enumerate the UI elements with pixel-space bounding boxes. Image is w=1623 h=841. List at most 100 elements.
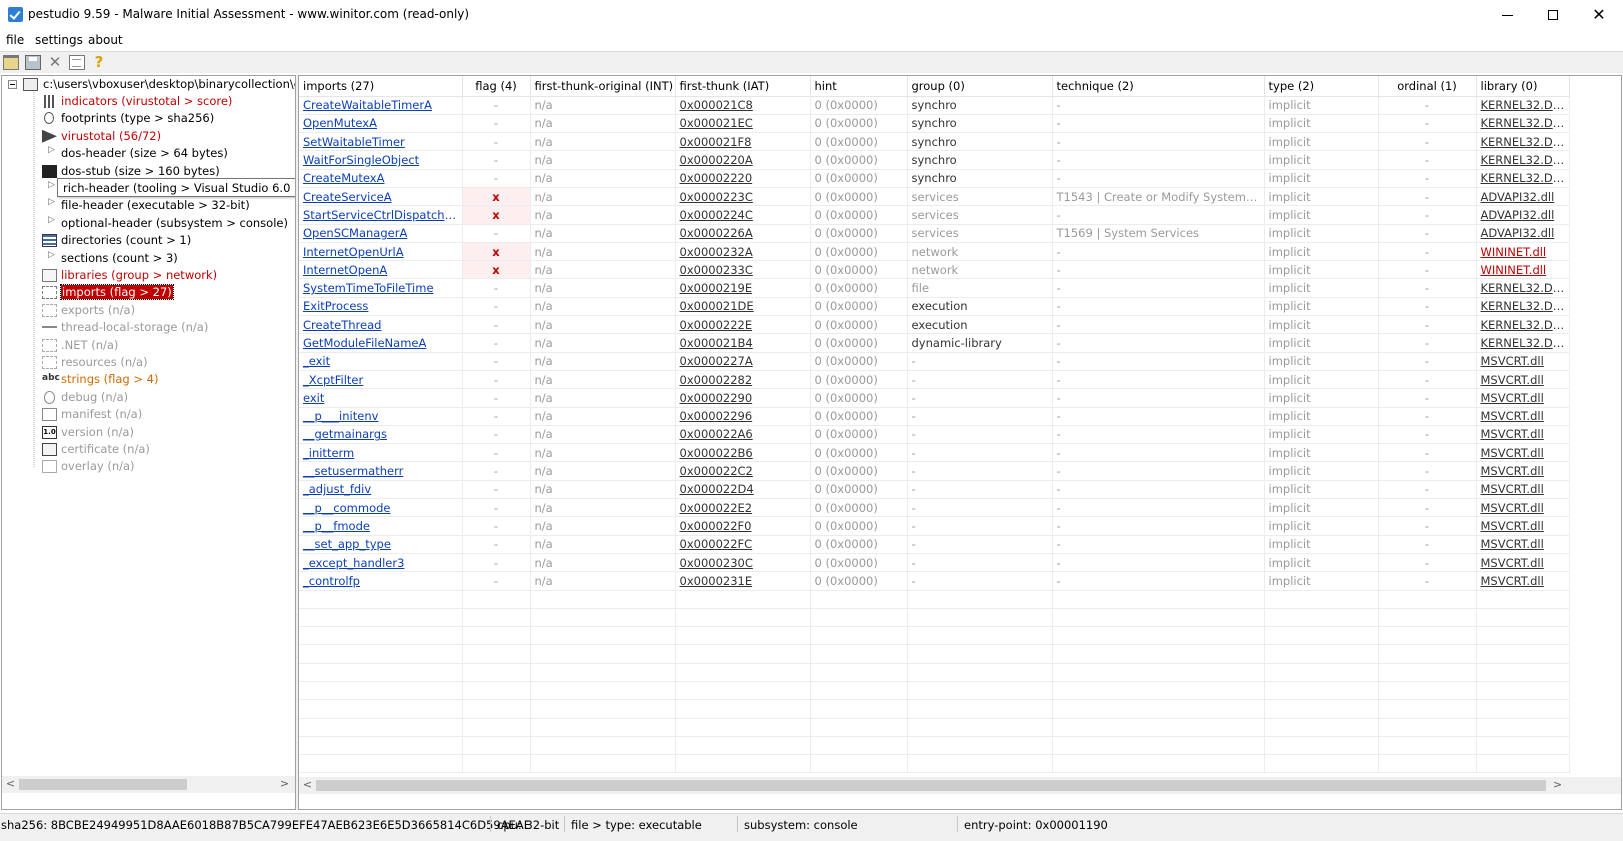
import-name-cell[interactable]: CreateMutexA — [299, 169, 463, 188]
library-cell[interactable]: MSVCRT.dll — [1476, 407, 1570, 426]
iat-cell[interactable]: 0x0000227A — [675, 352, 811, 371]
library-cell[interactable]: MSVCRT.dll — [1476, 388, 1570, 408]
import-name-cell[interactable]: OpenMutexA — [299, 114, 463, 134]
minimize-button[interactable] — [1484, 0, 1530, 30]
iat-cell[interactable]: 0x000021EC — [675, 114, 811, 134]
import-name-cell[interactable]: StartServiceCtrlDispatcherA — [299, 205, 463, 225]
iat-cell[interactable]: 0x000022A6 — [675, 425, 811, 445]
expand-arrow-icon[interactable]: ▷ — [48, 215, 55, 225]
table-row[interactable]: _adjust_fdiv - n/a 0x000022D4 0 (0x0000) - - im… — [299, 480, 1570, 500]
iat-cell[interactable]: 0x000022B6 — [675, 443, 811, 463]
table-row[interactable]: __set_app_type - n/a 0x000022FC 0 (0x0000) - -… — [299, 535, 1570, 554]
library-cell[interactable]: WININET.dll — [1476, 260, 1570, 280]
iat-cell[interactable]: 0x000021F8 — [675, 132, 811, 152]
table-row[interactable]: CreateServiceA x n/a 0x0000223C 0 (0x0000) se… — [299, 187, 1570, 207]
import-name-cell[interactable]: _initterm — [299, 443, 463, 463]
column-header[interactable]: first-thunk-original (INT) — [530, 76, 676, 97]
iat-cell[interactable]: 0x0000224C — [675, 205, 811, 225]
iat-cell[interactable]: 0x0000231E — [675, 571, 811, 591]
table-row[interactable]: SetWaitableTimer - n/a 0x000021F8 0 (0x0000)… — [299, 132, 1570, 152]
table-row[interactable]: CreateMutexA - n/a 0x00002220 0 (0x0000) sync… — [299, 169, 1570, 188]
library-cell[interactable]: MSVCRT.dll — [1476, 498, 1570, 518]
scrollbar-thumb[interactable] — [19, 779, 187, 790]
table-row[interactable]: _except_handler3- n/a 0x0000230C 0 (0x0000)… — [299, 553, 1570, 573]
import-name-cell[interactable]: SetWaitableTimer — [299, 132, 463, 152]
table-row[interactable]: CreateThread - n/a 0x0000222E 0 (0x0000) exec… — [299, 315, 1570, 335]
import-name-cell[interactable]: _adjust_fdiv — [299, 480, 463, 500]
iat-cell[interactable]: 0x0000230C — [675, 553, 811, 573]
iat-cell[interactable]: 0x0000223C — [675, 187, 811, 207]
iat-cell[interactable]: 0x0000233C — [675, 260, 811, 280]
library-cell[interactable]: MSVCRT.dll — [1476, 425, 1570, 445]
iat-cell[interactable]: 0x000022C2 — [675, 461, 811, 481]
library-cell[interactable]: MSVCRT.dll — [1476, 352, 1570, 371]
column-header[interactable]: imports (27) — [299, 76, 463, 97]
iat-cell[interactable]: 0x0000232A — [675, 242, 811, 262]
import-name-cell[interactable]: _controlfp — [299, 571, 463, 591]
tree-pane[interactable]: c:\users\vboxuser\desktop\binarycollecti… — [1, 75, 296, 810]
menu-file[interactable]: file — [6, 33, 24, 47]
library-cell[interactable]: ADVAPI32.dll — [1476, 205, 1570, 225]
iat-cell[interactable]: 0x0000222E — [675, 315, 811, 335]
scroll-left-icon[interactable]: < — [299, 778, 316, 791]
library-cell[interactable]: KERNEL32.DLL — [1476, 150, 1570, 170]
expand-arrow-icon[interactable]: ▷ — [48, 250, 55, 260]
import-name-cell[interactable]: InternetOpenUrlA — [299, 242, 463, 262]
maximize-button[interactable] — [1530, 0, 1576, 30]
scroll-right-icon[interactable]: > — [276, 777, 293, 790]
iat-cell[interactable]: 0x00002220 — [675, 169, 811, 188]
library-cell[interactable]: MSVCRT.dll — [1476, 480, 1570, 500]
close-file-icon[interactable]: ✕ — [47, 55, 63, 70]
library-cell[interactable]: KERNEL32.DLL — [1476, 132, 1570, 152]
library-cell[interactable]: KERNEL32.DLL — [1476, 278, 1570, 298]
import-name-cell[interactable]: __p__fmode — [299, 516, 463, 536]
open-folder-icon[interactable] — [3, 55, 19, 70]
iat-cell[interactable]: 0x000022E2 — [675, 498, 811, 518]
library-cell[interactable]: ADVAPI32.dll — [1476, 224, 1570, 243]
column-header[interactable]: technique (2) — [1052, 76, 1265, 97]
iat-cell[interactable]: 0x000021C8 — [675, 96, 811, 115]
iat-cell[interactable]: 0x00002290 — [675, 388, 811, 408]
column-header[interactable]: first-thunk (IAT) — [675, 76, 811, 97]
iat-cell[interactable]: 0x0000219E — [675, 278, 811, 298]
library-cell[interactable]: KERNEL32.DLL — [1476, 315, 1570, 335]
library-cell[interactable]: MSVCRT.dll — [1476, 553, 1570, 573]
library-cell[interactable]: KERNEL32.DLL — [1476, 114, 1570, 134]
iat-cell[interactable]: 0x000022FC — [675, 535, 811, 554]
table-row[interactable]: __p___initenv - n/a 0x00002296 0 (0x0000) - - i… — [299, 407, 1570, 426]
expand-arrow-icon[interactable]: ▷ — [48, 145, 55, 155]
menu-about[interactable]: about — [88, 33, 123, 47]
iat-cell[interactable]: 0x00002282 — [675, 370, 811, 390]
tree-horizontal-scrollbar[interactable]: < > — [2, 776, 295, 793]
save-icon[interactable] — [25, 55, 41, 70]
import-name-cell[interactable]: __p___initenv — [299, 407, 463, 426]
library-cell[interactable]: ADVAPI32.dll — [1476, 187, 1570, 207]
import-name-cell[interactable]: WaitForSingleObject — [299, 150, 463, 170]
collapse-icon[interactable] — [8, 80, 17, 89]
iat-cell[interactable]: 0x0000220A — [675, 150, 811, 170]
table-row[interactable]: GetModuleFileNameA - n/a 0x000021B4 0 (0x000… — [299, 333, 1570, 353]
table-row[interactable]: _exit - n/a 0x0000227A 0 (0x0000) - - implicit -… — [299, 352, 1570, 371]
import-name-cell[interactable]: exit — [299, 388, 463, 408]
import-name-cell[interactable]: __set_app_type — [299, 535, 463, 554]
table-row[interactable]: _controlfp - n/a 0x0000231E 0 (0x0000) - - impl… — [299, 571, 1570, 591]
import-name-cell[interactable]: __getmainargs — [299, 425, 463, 445]
table-row[interactable]: _initterm - n/a 0x000022B6 0 (0x0000) - - impli… — [299, 443, 1570, 463]
expand-arrow-icon[interactable]: ▷ — [48, 180, 55, 190]
iat-cell[interactable]: 0x0000226A — [675, 224, 811, 243]
close-button[interactable]: ✕ — [1576, 0, 1622, 30]
iat-cell[interactable]: 0x000021DE — [675, 297, 811, 317]
library-cell[interactable]: MSVCRT.dll — [1476, 370, 1570, 390]
import-name-cell[interactable]: OpenSCManagerA — [299, 224, 463, 243]
table-row[interactable]: InternetOpenA x n/a 0x0000233C 0 (0x0000) net… — [299, 260, 1570, 280]
table-row[interactable]: SystemTimeToFileTime - n/a 0x0000219E 0 (0x0… — [299, 278, 1570, 298]
table-row[interactable]: __p__fmode - n/a 0x000022F0 0 (0x0000) - - impl… — [299, 516, 1570, 536]
import-name-cell[interactable]: InternetOpenA — [299, 260, 463, 280]
table-row[interactable]: OpenMutexA - n/a 0x000021EC 0 (0x0000) synchr… — [299, 114, 1570, 134]
scroll-left-icon[interactable]: < — [2, 777, 19, 790]
table-row[interactable]: _XcptFilter - n/a 0x00002282 0 (0x0000) - - imp… — [299, 370, 1570, 390]
iat-cell[interactable]: 0x00002296 — [675, 407, 811, 426]
table-row[interactable]: __getmainargs - n/a 0x000022A6 0 (0x0000) - - i… — [299, 425, 1570, 445]
table-row[interactable]: InternetOpenUrlA x n/a 0x0000232A 0 (0x0000)… — [299, 242, 1570, 262]
import-name-cell[interactable]: GetModuleFileNameA — [299, 333, 463, 353]
